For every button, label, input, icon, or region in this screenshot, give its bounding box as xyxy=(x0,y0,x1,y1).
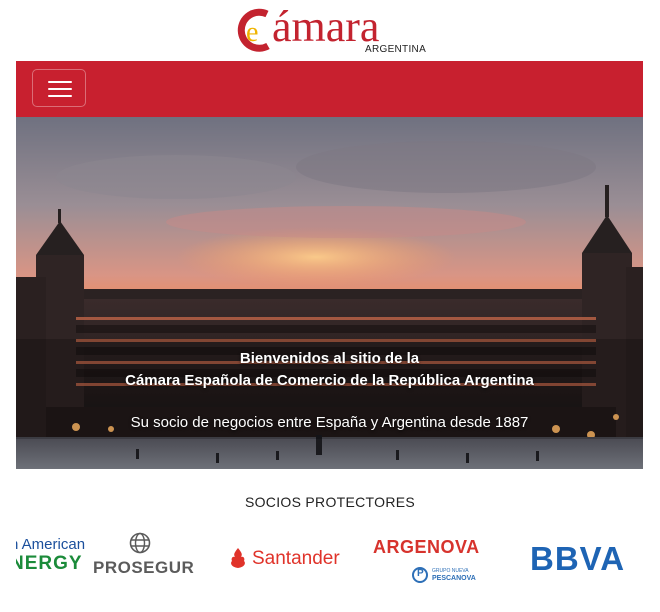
sponsor-argenova[interactable]: ARGENOVA P GRUPO NUEVA PESCANOVA xyxy=(372,520,482,600)
pescanova-p-icon: P xyxy=(412,567,428,583)
hamburger-menu-icon xyxy=(48,81,72,83)
prosegur-logo-text: PROSEGUR xyxy=(93,558,195,577)
pescanova-group-text: GRUPO NUEVA xyxy=(432,568,469,574)
camara-c-logo-icon: e xyxy=(237,8,270,52)
hamburger-line xyxy=(48,95,72,97)
pae-logo-text-bottom: NERGY xyxy=(16,553,83,574)
bbva-logo-text: BBVA xyxy=(530,540,626,577)
logo-wordmark: ámara xyxy=(272,2,380,51)
svg-text:e: e xyxy=(246,17,258,48)
site-logo[interactable]: e ámara ARGENTINA xyxy=(237,2,427,58)
sponsor-santander[interactable]: Santander xyxy=(228,520,352,600)
navbar xyxy=(16,61,643,117)
sponsors-heading: SOCIOS PROTECTORES xyxy=(244,494,416,510)
hero-banner: Bienvenidos al sitio de la Cámara Españo… xyxy=(16,117,643,469)
sponsor-pan-american-energy[interactable]: n American NERGY xyxy=(16,520,100,600)
pae-logo-text-top: n American xyxy=(16,536,86,553)
hero-title: Cámara Española de Comercio de la Repúbl… xyxy=(125,372,534,389)
sponsor-bbva[interactable]: BBVA xyxy=(530,520,630,600)
hamburger-line xyxy=(48,88,72,90)
santander-logo-text: Santander xyxy=(252,548,340,569)
sponsors-carousel: n American NERGY PROSEGUR Santander ARGE… xyxy=(16,520,643,600)
hero-tagline: Su socio de negocios entre España y Arge… xyxy=(130,414,529,431)
logo-subtitle: ARGENTINA xyxy=(365,44,427,55)
prosegur-globe-icon xyxy=(129,532,151,554)
menu-toggle-button[interactable] xyxy=(32,69,86,107)
pescanova-text: PESCANOVA xyxy=(432,575,476,582)
argenova-logo-text: ARGENOVA xyxy=(373,537,480,557)
sponsor-prosegur[interactable]: PROSEGUR xyxy=(93,520,199,600)
hero-welcome-text: Bienvenidos al sitio de la xyxy=(239,350,420,367)
santander-flame-icon xyxy=(231,548,245,568)
